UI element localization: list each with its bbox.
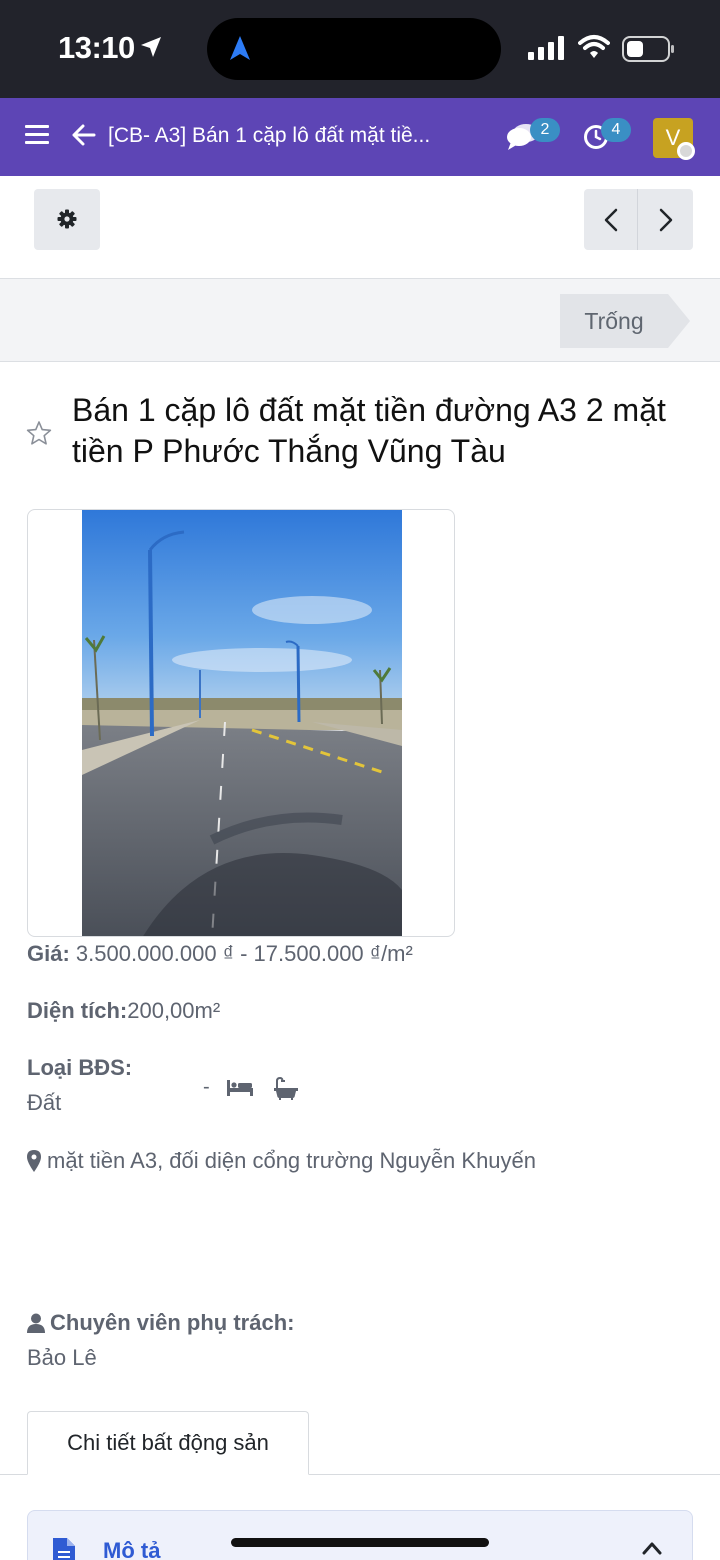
back-arrow-icon[interactable] [72,124,96,151]
property-type-value: Đất [27,1090,62,1115]
description-label: Mô tả [103,1538,161,1560]
document-icon [50,1537,76,1560]
signal-icon [528,36,566,65]
stage-statusbar: Trống [0,278,720,362]
price-field: Giá: 3.500.000.000 ₫ - 17.500.000 ₫/m² [27,941,413,967]
battery-icon [622,36,676,67]
property-title: Bán 1 cặp lô đất mặt tiền đường A3 2 mặt… [72,392,666,469]
agent-label: Chuyên viên phụ trách: [50,1310,295,1335]
area-label: Diện tích: [27,998,128,1023]
description-section-header[interactable]: Mô tả [27,1510,693,1560]
presence-status-dot [677,142,695,160]
bed-icon [226,1079,254,1102]
rooms-dash: - [203,1076,210,1098]
property-type-label: Loại BĐS: [27,1055,133,1080]
property-address: mặt tiền A3, đối diện cổng trường Nguyễn… [47,1148,537,1173]
dynamic-island [207,18,501,80]
chevron-up-icon[interactable] [642,1541,662,1560]
location-arrow-icon [140,36,162,63]
favorite-star-icon[interactable] [26,420,52,451]
activities-badge[interactable]: 4 [601,118,631,142]
chevron-right-icon [659,208,673,232]
hamburger-menu-icon[interactable] [25,125,49,147]
price-label: Giá: [27,941,70,966]
price-value: 3.500.000.000 ₫ - 17.500.000 ₫/m² [69,941,413,966]
messages-badge[interactable]: 2 [530,118,560,142]
status-bar: 13:10 [0,0,720,98]
agent-name[interactable]: Bảo Lê [27,1345,97,1371]
breadcrumb-title[interactable]: [CB- A3] Bán 1 cặp lô đất mặt tiề... [108,124,488,148]
area-value: 200,00m² [127,998,221,1023]
property-image-frame[interactable] [27,509,455,937]
navigation-icon [229,35,251,66]
settings-button[interactable] [34,189,100,250]
property-photo [82,510,402,936]
map-marker-icon [27,1150,41,1177]
wifi-icon [578,34,610,65]
gear-icon [57,209,77,229]
area-field: Diện tích:200,00m² [27,998,220,1024]
status-time: 13:10 [58,30,135,65]
stage-arrow-shape [668,294,690,348]
stage-button[interactable]: Trống [560,294,668,348]
chevron-left-icon [604,208,618,232]
record-pager [584,189,693,250]
bath-icon [273,1076,299,1106]
user-icon [27,1313,45,1338]
home-indicator[interactable] [231,1538,489,1547]
tab-property-details[interactable]: Chi tiết bất động sản [27,1411,309,1475]
next-record-button[interactable] [639,189,693,250]
previous-record-button[interactable] [584,189,638,250]
